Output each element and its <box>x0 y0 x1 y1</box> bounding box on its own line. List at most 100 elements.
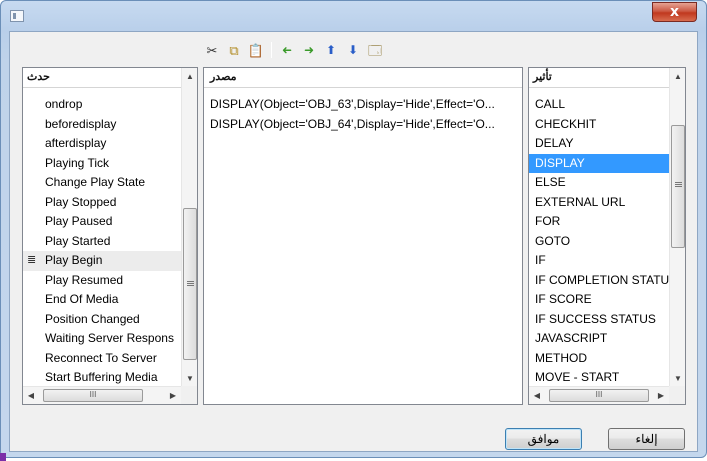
event-list-item[interactable]: ≣ Play Begin <box>23 251 181 271</box>
action-list-item-label: METHOD <box>535 350 587 365</box>
properties-icon[interactable]: 🗔 <box>366 41 384 59</box>
action-list-item-label: IF SCORE <box>535 292 592 306</box>
scroll-down-icon[interactable]: ▼ <box>182 370 197 387</box>
event-list-item[interactable]: Play Resumed <box>23 271 181 291</box>
source-list[interactable]: مصدر DISPLAY(Object='OBJ_63',Display='Hi… <box>203 67 523 405</box>
window-icon <box>10 10 24 22</box>
event-list-item-label: ondrop <box>45 97 83 111</box>
action-list-item-label: ELSE <box>535 175 566 189</box>
action-list-item-label: CALL <box>535 97 566 111</box>
action-list-item[interactable]: IF <box>529 251 669 271</box>
event-list-item[interactable]: Position Changed <box>23 310 181 330</box>
event-list-item-label: Play Paused <box>45 214 113 228</box>
action-list-item[interactable]: GOTO <box>529 232 669 252</box>
event-list-item[interactable]: Change Play State <box>23 173 181 193</box>
move-down-icon[interactable]: ⬇ <box>344 41 362 59</box>
action-list-item-label: IF <box>535 253 546 267</box>
scroll-left-icon[interactable]: ◀ <box>23 387 39 404</box>
scrollbar-thumb[interactable] <box>183 208 197 360</box>
scrollbar-corner <box>669 386 685 404</box>
event-list-item[interactable]: Start Buffering Media <box>23 368 181 388</box>
event-list-item[interactable]: Waiting Server Respons <box>23 329 181 349</box>
event-list-item-label: Play Started <box>45 233 111 248</box>
events-header[interactable]: حدث <box>23 68 181 88</box>
action-list-item-label: GOTO <box>535 233 571 248</box>
actions-vertical-scrollbar[interactable]: ▲ ▼ <box>669 68 685 387</box>
event-list-item[interactable]: ondrop <box>23 95 181 115</box>
action-list-item-label: FOR <box>535 214 561 228</box>
dialog-window: x ✂ ⧉ 📋 ➜ ➜ ⬆ ⬇ 🗔 حدث ondrop beforedispla… <box>0 0 707 458</box>
action-list-item[interactable]: ELSE <box>529 173 669 193</box>
scroll-up-icon[interactable]: ▲ <box>182 68 197 85</box>
action-list-item[interactable]: IF SCORE <box>529 290 669 310</box>
event-list-item-label: Change Play State <box>45 175 146 189</box>
event-list-item[interactable]: Playing Tick <box>23 154 181 174</box>
ok-button[interactable]: موافق <box>505 428 582 450</box>
action-list-item[interactable]: CHECKHIT <box>529 115 669 135</box>
actions-list[interactable]: تأثير CALL CHECKHIT DELAY DISPLAY ELSE EXTERN… <box>528 67 686 405</box>
event-list-item-label: Play Resumed <box>45 272 124 287</box>
action-list-item[interactable]: DELAY <box>529 134 669 154</box>
event-list-item-label: Play Begin <box>45 253 103 267</box>
event-list-item[interactable]: Reconnect To Server <box>23 349 181 369</box>
move-left-icon[interactable]: ➜ <box>278 41 296 59</box>
scrollbar-thumb-horizontal[interactable]: III <box>549 389 649 402</box>
dialog-client-area: ✂ ⧉ 📋 ➜ ➜ ⬆ ⬇ 🗔 حدث ondrop beforedisplay a… <box>9 31 698 452</box>
scroll-left-icon[interactable]: ◀ <box>529 387 545 404</box>
action-list-item-label: IF COMPLETION STATUS <box>535 272 669 287</box>
scroll-right-icon[interactable]: ▶ <box>653 387 669 404</box>
event-list-item-label: Reconnect To Server <box>45 350 157 365</box>
cancel-button[interactable]: إلغاء <box>608 428 685 450</box>
scroll-down-icon[interactable]: ▼ <box>670 370 685 387</box>
event-list-item[interactable]: Play Stopped <box>23 193 181 213</box>
event-list-item[interactable]: End Of Media <box>23 290 181 310</box>
event-list-item-label: Playing Tick <box>45 155 110 170</box>
scroll-up-icon[interactable]: ▲ <box>670 68 685 85</box>
action-list-item-label: DELAY <box>535 136 574 150</box>
source-list-item-label: DISPLAY(Object='OBJ_64',Display='Hide',E… <box>210 116 495 131</box>
actions-header[interactable]: تأثير <box>529 68 669 88</box>
action-list-item-label: MOVE - START <box>535 370 620 384</box>
event-list-item-label: Position Changed <box>45 311 140 326</box>
action-list-item[interactable]: JAVASCRIPT <box>529 329 669 349</box>
event-list-item-label: Play Stopped <box>45 194 117 209</box>
action-list-item[interactable]: MOVE - START <box>529 368 669 388</box>
current-row-icon: ≣ <box>27 254 37 266</box>
actions-horizontal-scrollbar[interactable]: ◀ III ▶ <box>529 386 669 404</box>
cut-icon[interactable]: ✂ <box>203 41 221 59</box>
move-right-icon[interactable]: ➜ <box>300 41 318 59</box>
action-list-item-label: IF SUCCESS STATUS <box>535 311 656 326</box>
close-button[interactable]: x <box>652 2 697 22</box>
events-vertical-scrollbar[interactable]: ▲ ▼ <box>181 68 197 387</box>
action-list-item-label: EXTERNAL URL <box>535 194 626 209</box>
source-header[interactable]: مصدر <box>204 68 522 88</box>
action-list-item[interactable]: CALL <box>529 95 669 115</box>
events-list[interactable]: حدث ondrop beforedisplay afterdisplay Playi… <box>22 67 198 405</box>
action-list-item[interactable]: DISPLAY <box>529 153 669 173</box>
source-list-item[interactable]: DISPLAY(Object='OBJ_63',Display='Hide',E… <box>204 95 504 115</box>
toolbar: ✂ ⧉ 📋 ➜ ➜ ⬆ ⬇ 🗔 <box>203 40 384 60</box>
event-list-item[interactable]: afterdisplay <box>23 134 181 154</box>
event-list-item[interactable]: beforedisplay <box>23 115 181 135</box>
copy-icon[interactable]: ⧉ <box>225 41 243 59</box>
scrollbar-corner <box>181 386 197 404</box>
source-list-item[interactable]: DISPLAY(Object='OBJ_64',Display='Hide',E… <box>204 115 504 135</box>
event-list-item[interactable]: Play Started <box>23 232 181 252</box>
scroll-right-icon[interactable]: ▶ <box>165 387 181 404</box>
action-list-item[interactable]: IF COMPLETION STATUS <box>529 271 669 291</box>
event-list-item-label: afterdisplay <box>45 136 107 150</box>
scrollbar-thumb-horizontal[interactable]: III <box>43 389 143 402</box>
move-up-icon[interactable]: ⬆ <box>322 41 340 59</box>
events-horizontal-scrollbar[interactable]: ◀ III ▶ <box>23 386 181 404</box>
action-list-item-label: CHECKHIT <box>535 116 597 131</box>
event-list-item-label: Waiting Server Respons <box>45 331 174 345</box>
event-list-item[interactable]: Play Paused <box>23 212 181 232</box>
paste-icon[interactable]: 📋 <box>247 41 265 59</box>
action-list-item[interactable]: FOR <box>529 212 669 232</box>
action-list-item[interactable]: IF SUCCESS STATUS <box>529 310 669 330</box>
action-list-item[interactable]: METHOD <box>529 349 669 369</box>
scrollbar-thumb[interactable] <box>671 125 685 248</box>
event-list-item-label: End Of Media <box>45 292 119 306</box>
action-list-item[interactable]: EXTERNAL URL <box>529 193 669 213</box>
toolbar-separator <box>271 42 272 58</box>
